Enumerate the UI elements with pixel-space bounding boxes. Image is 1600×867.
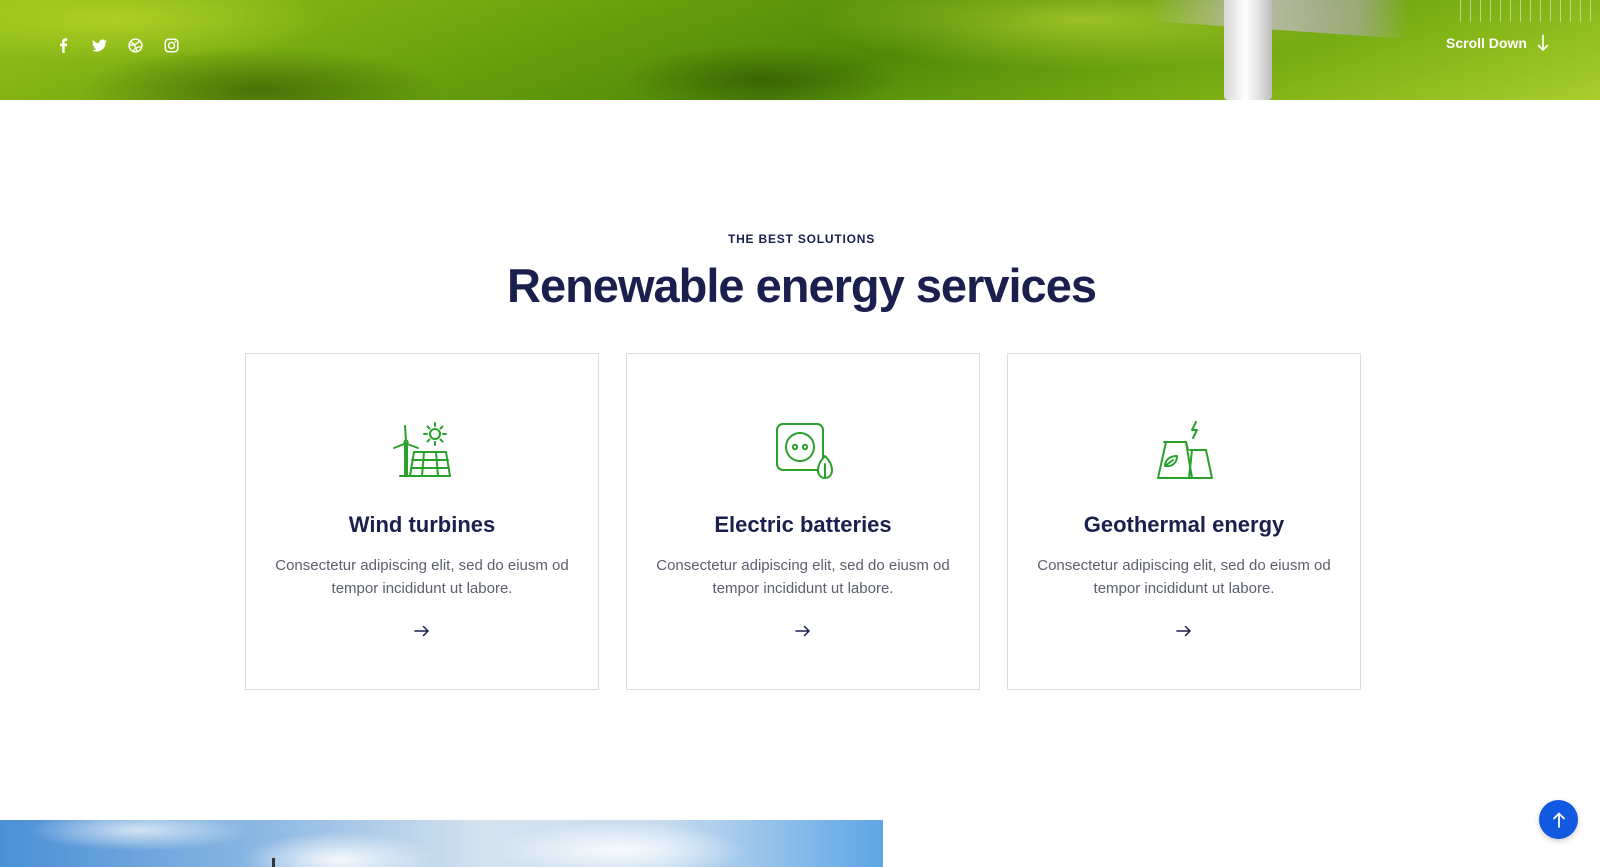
scroll-down-label: Scroll Down	[1446, 35, 1527, 51]
wind-turbine-tower	[1224, 0, 1272, 100]
service-card-electric-batteries: Electric batteries Consectetur adipiscin…	[626, 353, 980, 690]
card-title: Electric batteries	[714, 512, 892, 537]
card-text: Consectetur adipiscing elit, sed do eius…	[1037, 557, 1331, 597]
section-heading: Renewable energy services	[507, 259, 1097, 312]
instagram-icon[interactable]	[162, 36, 180, 54]
sky-image	[0, 820, 883, 867]
twitter-icon[interactable]	[90, 36, 108, 54]
section-eyebrow: THE BEST SOLUTIONS	[727, 232, 876, 246]
arrow-right-icon	[1176, 625, 1191, 637]
social-links	[54, 36, 180, 54]
service-card-wind-turbines: Wind turbines Consectetur adipiscing eli…	[245, 353, 599, 690]
card-arrow-link[interactable]	[411, 620, 433, 642]
scroll-down-link[interactable]: Scroll Down	[1446, 34, 1549, 52]
arrow-right-icon	[414, 625, 429, 637]
services-cards: Wind turbines Consectetur adipiscing eli…	[245, 353, 1361, 690]
turbine-blade-tip	[272, 858, 275, 867]
arrow-right-icon	[795, 625, 810, 637]
card-title: Wind turbines	[348, 512, 496, 537]
service-card-geothermal-energy: Geothermal energy Consectetur adipiscing…	[1007, 353, 1361, 690]
dribbble-icon[interactable]	[126, 36, 144, 54]
wind-solar-icon	[393, 422, 451, 477]
geothermal-plant-icon	[1157, 421, 1213, 479]
hero-fence	[1460, 0, 1600, 22]
card-title: Geothermal energy	[1083, 512, 1285, 537]
hero-road	[1148, 0, 1412, 40]
hero-image: Scroll Down	[0, 0, 1600, 100]
back-to-top-button[interactable]	[1539, 800, 1578, 839]
eco-socket-icon	[776, 423, 833, 479]
facebook-icon[interactable]	[54, 36, 72, 54]
card-arrow-link[interactable]	[792, 620, 814, 642]
card-arrow-link[interactable]	[1173, 620, 1195, 642]
card-text: Consectetur adipiscing elit, sed do eius…	[656, 557, 950, 597]
arrow-up-icon	[1552, 812, 1565, 828]
arrow-down-icon	[1537, 34, 1549, 51]
card-text: Consectetur adipiscing elit, sed do eius…	[275, 557, 569, 597]
